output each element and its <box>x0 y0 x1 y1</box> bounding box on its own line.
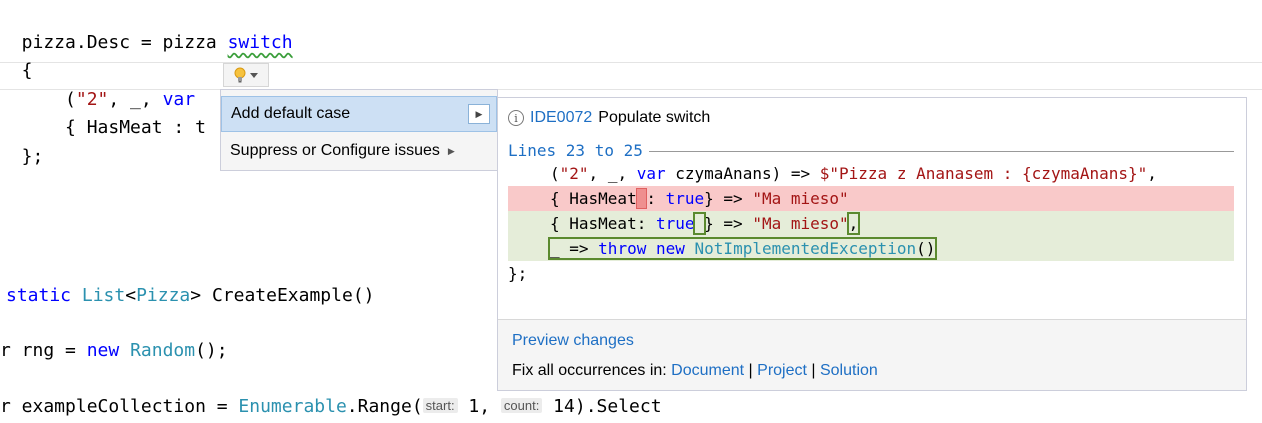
code-line-4[interactable]: { HasMeat : t <box>0 116 206 140</box>
code-text: czymaAnans) => <box>665 164 820 183</box>
preview-added-line: _ => throw new NotImplementedException() <box>508 236 1234 261</box>
code-text: (); <box>195 340 228 361</box>
code-text: { HasMeat <box>550 189 637 208</box>
code-text: { HasMeat : t <box>0 117 206 138</box>
lightbulb-icon <box>234 67 246 83</box>
menu-item-add-default-case[interactable]: Add default case ▶ <box>221 96 497 132</box>
keyword: var <box>636 164 666 183</box>
separator: | <box>744 362 758 379</box>
code-text: _ => <box>550 239 599 258</box>
string-literal: "Ma mieso" <box>752 189 849 208</box>
added-char-highlight <box>692 212 707 235</box>
preview-added-line: { HasMeat: true } => "Ma mieso", <box>508 211 1234 236</box>
string-literal: "Ma mieso" <box>752 214 849 233</box>
preview-footer: Preview changes Fix all occurrences in: … <box>498 320 1246 390</box>
code-line-1[interactable]: pizza.Desc = pizza switch <box>0 31 293 55</box>
string-literal: "2" <box>559 164 589 183</box>
code-line-6[interactable]: static List<Pizza> CreateExample() <box>6 284 375 308</box>
menu-item-suppress-configure[interactable]: Suppress or Configure issues ▶ <box>221 133 497 169</box>
code-text: , _, <box>588 164 637 183</box>
fix-all-label: Fix all occurrences in: <box>512 362 672 379</box>
code-text: , <box>1147 164 1157 183</box>
code-text: 14).Select <box>542 396 662 417</box>
preview-header: i IDE0072 Populate switch <box>508 109 710 127</box>
fix-all-document-link[interactable]: Document <box>671 362 744 379</box>
code-text: pizza.Desc = pizza <box>0 32 228 53</box>
type-name: NotImplementedException <box>694 239 917 258</box>
code-text: }; <box>508 264 528 283</box>
code-text: : <box>646 189 666 208</box>
code-text: > CreateExample() <box>190 285 375 306</box>
code-text: 1, <box>457 396 501 417</box>
preview-code-line: ("2", _, var czymaAnans) => $"Pizza z An… <box>508 161 1234 186</box>
type-name: Pizza <box>136 285 191 306</box>
submenu-arrow-icon[interactable]: ▶ <box>468 104 490 124</box>
fix-preview-panel: i IDE0072 Populate switch Lines 23 to 25… <box>497 97 1247 391</box>
code-line-8[interactable]: r exampleCollection = Enumerable.Range(s… <box>0 394 662 418</box>
code-text: < <box>125 285 137 306</box>
menu-item-label: Add default case <box>231 105 351 122</box>
code-text: ( <box>550 164 560 183</box>
quick-actions-lightbulb-button[interactable] <box>223 63 269 87</box>
code-text: }; <box>0 146 44 167</box>
code-line-2[interactable]: { <box>0 59 33 83</box>
menu-item-label: Suppress or Configure issues <box>230 142 440 159</box>
keyword: throw <box>598 239 647 258</box>
keyword: var <box>162 89 196 110</box>
code-text: } => <box>704 189 753 208</box>
fix-all-project-link[interactable]: Project <box>757 362 807 379</box>
type-name: Enumerable <box>238 396 347 417</box>
fix-all-occurrences: Fix all occurrences in: Document | Proje… <box>512 362 878 380</box>
preview-removed-line: { HasMeat : true} => "Ma mieso" <box>508 186 1234 211</box>
keyword: true <box>655 214 695 233</box>
code-text: , _, <box>108 89 163 110</box>
code-line-5[interactable]: }; <box>0 145 44 169</box>
code-line-3[interactable]: ("2", _, var <box>0 88 195 112</box>
keyword: static <box>6 285 72 306</box>
fix-all-solution-link[interactable]: Solution <box>820 362 878 379</box>
info-icon: i <box>508 110 524 126</box>
code-text: () <box>916 239 936 258</box>
added-line-highlight: _ => throw new NotImplementedException() <box>547 237 938 260</box>
code-text: ( <box>0 89 76 110</box>
parameter-hint: start: <box>422 398 458 413</box>
string-literal: "2" <box>75 89 109 110</box>
lines-range-label: Lines 23 to 25 <box>508 141 649 160</box>
preview-title: Populate switch <box>598 109 711 126</box>
diagnostic-id-link[interactable]: IDE0072 <box>530 109 592 127</box>
preview-code-line: }; <box>508 261 1234 286</box>
string-literal: $"Pizza z Ananasem : {czymaAnans}" <box>819 164 1148 183</box>
keyword: true <box>665 189 705 208</box>
code-text: .Range( <box>346 396 423 417</box>
chevron-down-icon <box>250 72 258 78</box>
switch-keyword[interactable]: switch <box>228 32 293 53</box>
type-name: List <box>81 285 126 306</box>
parameter-hint: count: <box>500 398 543 413</box>
preview-changes-link[interactable]: Preview changes <box>512 332 634 350</box>
submenu-arrow-icon: ▶ <box>447 145 455 156</box>
current-line-highlight <box>0 62 1262 90</box>
code-line-7[interactable]: r rng = new Random(); <box>0 339 228 363</box>
code-text: { <box>0 60 33 81</box>
keyword: new <box>655 239 685 258</box>
separator: | <box>806 362 820 379</box>
code-text: r rng = <box>0 340 87 361</box>
keyword: new <box>86 340 120 361</box>
added-char-highlight: , <box>846 212 861 235</box>
quick-actions-menu: Add default case ▶ Suppress or Configure… <box>220 89 498 171</box>
code-text: } => <box>704 214 753 233</box>
type-name: Random <box>130 340 196 361</box>
code-text: { HasMeat: <box>550 214 656 233</box>
removed-char-highlight <box>635 188 648 209</box>
code-text: r exampleCollection = <box>0 396 239 417</box>
